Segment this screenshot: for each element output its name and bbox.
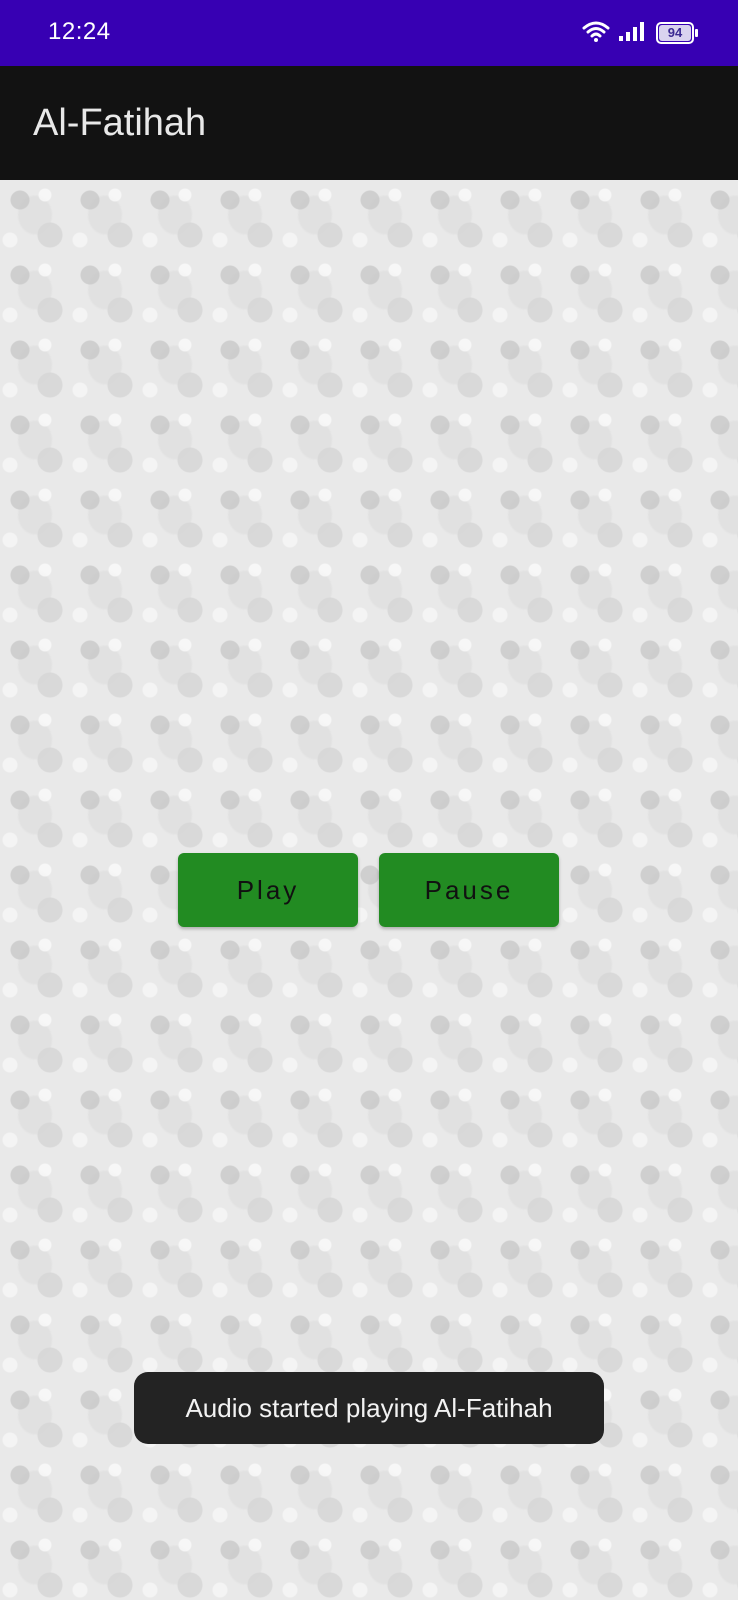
battery-icon: 94 — [656, 22, 698, 44]
play-button[interactable]: Play — [178, 853, 358, 927]
app-bar: Al-Fatihah — [0, 66, 738, 180]
status-time: 12:24 — [48, 18, 111, 45]
wifi-icon — [582, 20, 610, 47]
pause-button[interactable]: Pause — [379, 853, 559, 927]
page-title: Al-Fatihah — [33, 102, 207, 144]
signal-icon — [618, 20, 648, 47]
toast-text: Audio started playing Al-Fatihah — [185, 1392, 553, 1423]
status-bar: 12:24 94 — [0, 0, 738, 66]
status-icons: 94 — [582, 20, 698, 47]
toast-message: Audio started playing Al-Fatihah — [134, 1372, 604, 1444]
battery-level: 94 — [667, 25, 683, 40]
